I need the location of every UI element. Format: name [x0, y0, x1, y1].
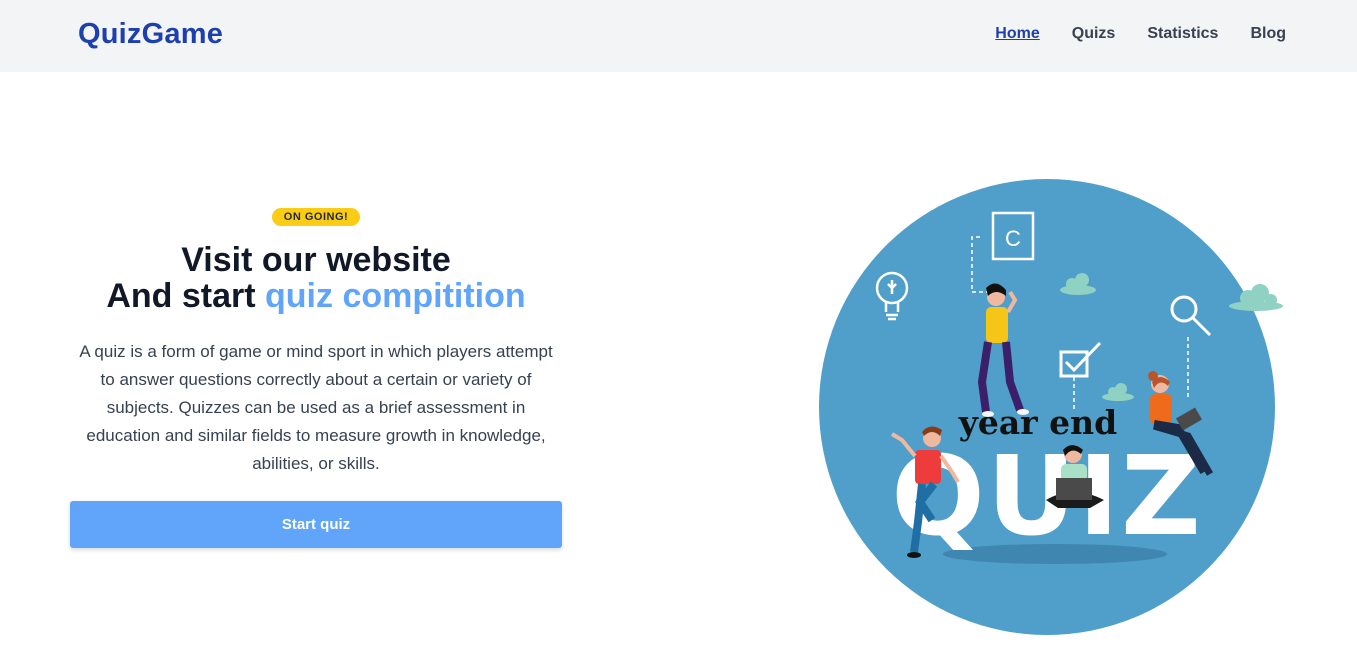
- status-badge: ON GOING!: [271, 208, 361, 226]
- hero-headline: Visit our website And start quiz compiti…: [66, 242, 566, 314]
- card-letter: C: [1005, 226, 1021, 251]
- start-quiz-button[interactable]: Start quiz: [70, 501, 562, 548]
- nav-quizs[interactable]: Quizs: [1072, 25, 1116, 43]
- nav-links: Home Quizs Statistics Blog: [995, 25, 1286, 43]
- navbar: QuizGame Home Quizs Statistics Blog: [0, 0, 1357, 72]
- nav-statistics[interactable]: Statistics: [1147, 25, 1218, 43]
- hero-content: ON GOING! Visit our website And start qu…: [66, 207, 566, 478]
- headline-line-2-prefix: And start: [106, 277, 266, 315]
- quiz-illustration-svg: C QUIZ year end: [819, 179, 1283, 635]
- nav-blog[interactable]: Blog: [1250, 25, 1286, 43]
- headline-accent: quiz compitition: [265, 277, 526, 315]
- headline-line-1: Visit our website: [181, 241, 451, 279]
- hero-description: A quiz is a form of game or mind sport i…: [79, 342, 553, 473]
- quiz-illustration: C QUIZ year end: [810, 172, 1290, 642]
- nav-home[interactable]: Home: [995, 25, 1039, 43]
- logo[interactable]: QuizGame: [78, 18, 223, 51]
